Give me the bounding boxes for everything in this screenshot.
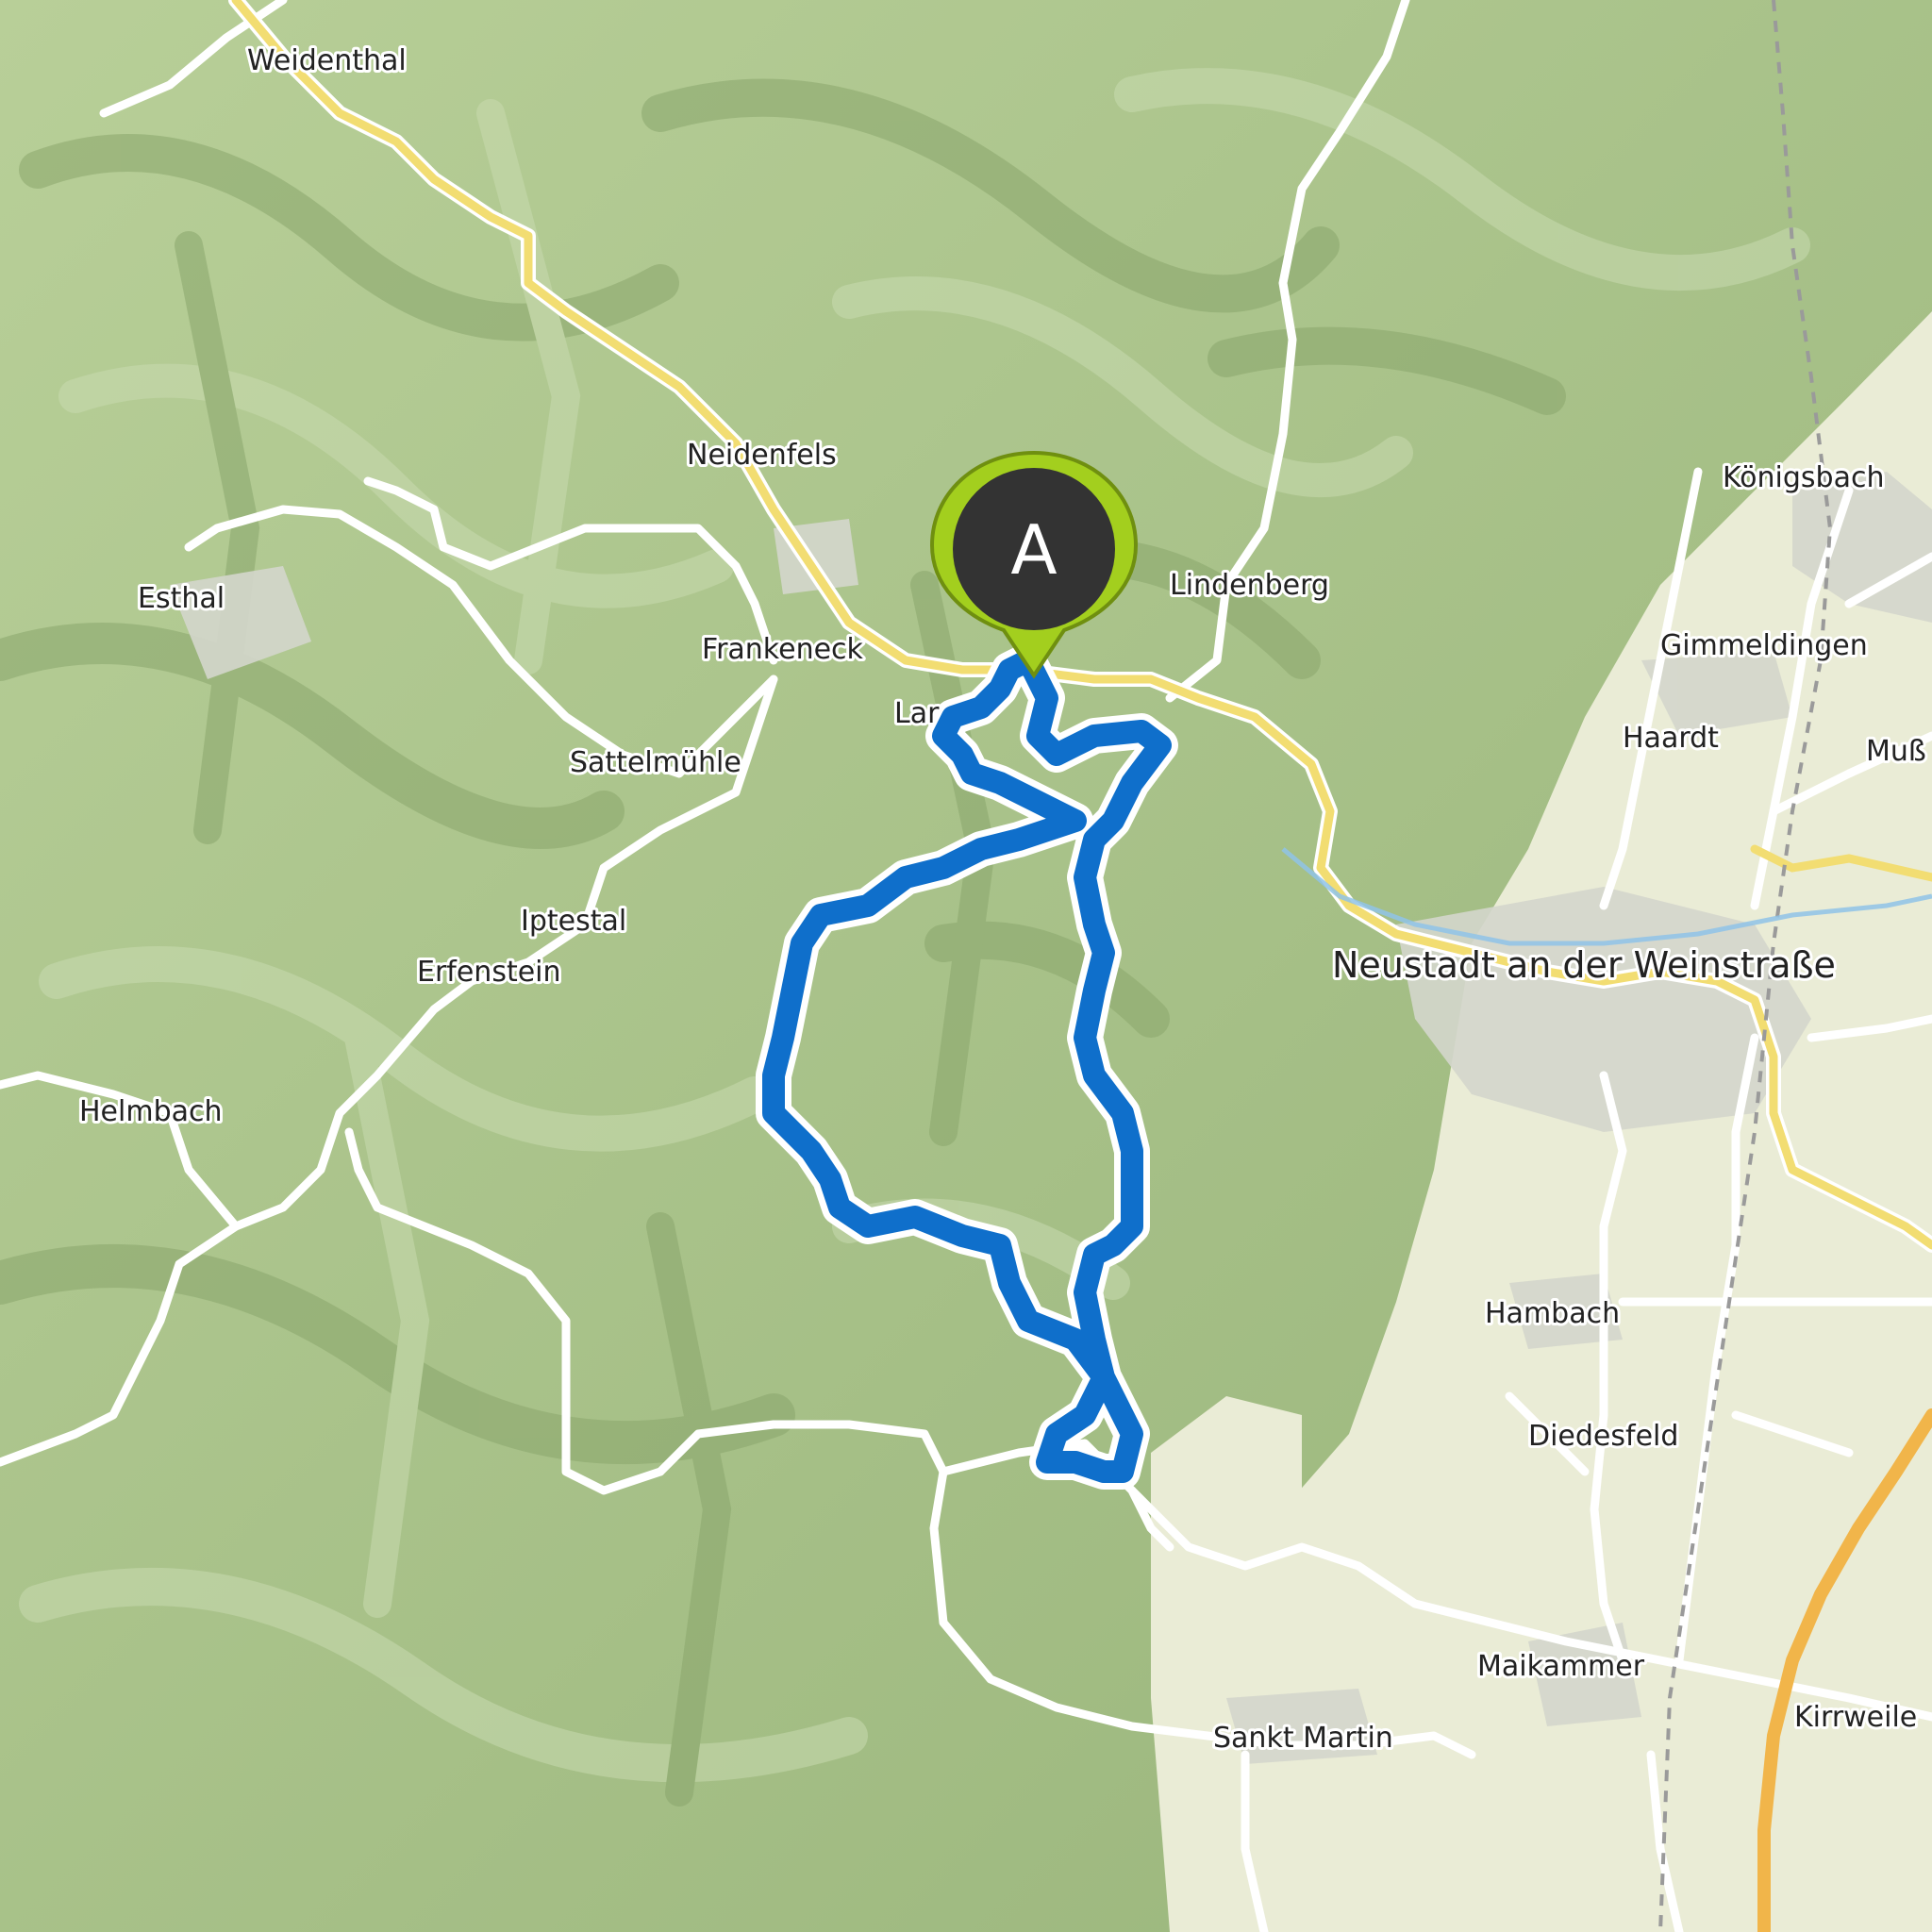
place-esthal: Esthal [138, 582, 225, 615]
place-hambach: Hambach [1485, 1297, 1620, 1330]
marker-letter: A [1010, 510, 1057, 590]
place-erfenstein: Erfenstein [417, 956, 561, 989]
place-diedesfeld: Diedesfeld [1528, 1420, 1678, 1453]
map-canvas[interactable]: A Weidenthal Neidenfels Esthal Frankenec… [0, 0, 1932, 1932]
lowland-plain-south [1151, 1396, 1302, 1932]
place-gimmeldingen: Gimmeldingen [1660, 629, 1868, 662]
place-neidenfels: Neidenfels [687, 439, 837, 472]
place-maikammer: Maikammer [1477, 1650, 1645, 1683]
place-sattelmuehle: Sattelmühle [570, 746, 741, 779]
map-view[interactable]: A Weidenthal Neidenfels Esthal Frankenec… [0, 0, 1932, 1932]
place-sankt-martin: Sankt Martin [1213, 1722, 1393, 1755]
place-lindenberg: Lindenberg [1170, 569, 1329, 602]
place-frankeneck: Frankeneck [702, 633, 864, 666]
place-helmbach: Helmbach [79, 1095, 223, 1128]
place-kirrweiler: Kirrweile [1794, 1701, 1917, 1734]
place-mussbach: Muß [1866, 735, 1926, 768]
place-iptestal: Iptestal [521, 905, 626, 938]
place-weidenthal: Weidenthal [247, 44, 407, 77]
place-lambrecht: Lar [894, 697, 940, 730]
place-haardt: Haardt [1623, 722, 1719, 755]
place-neustadt: Neustadt an der Weinstraße [1332, 944, 1836, 986]
place-koenigsbach: Königsbach [1723, 461, 1885, 494]
